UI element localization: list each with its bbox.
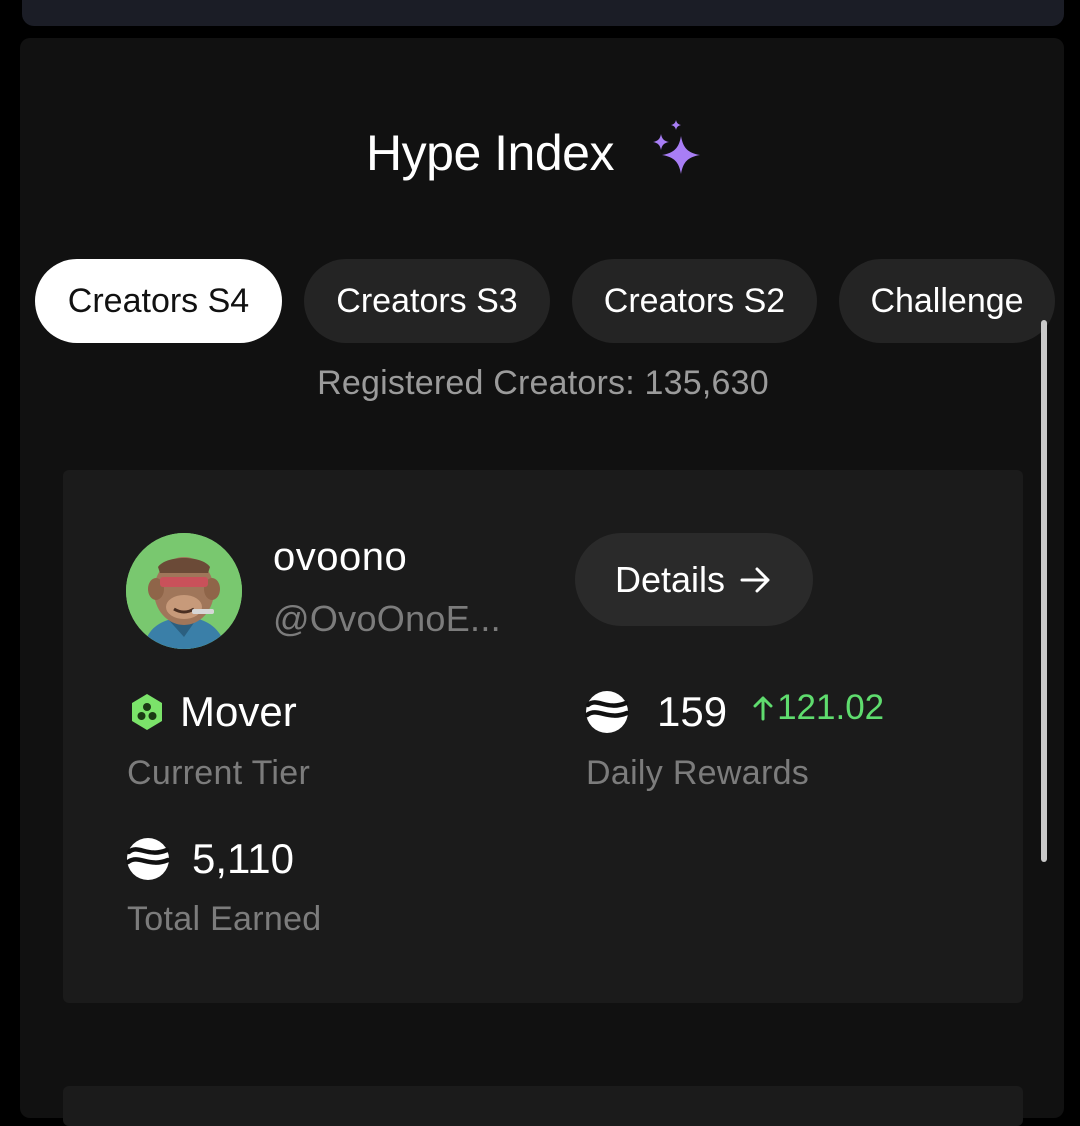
- page-header: Hype Index: [0, 120, 1080, 184]
- tab-creators-s3[interactable]: Creators S3: [304, 259, 550, 343]
- ape-avatar-image: [126, 533, 242, 649]
- sparkle-icon: [652, 120, 700, 174]
- avatar[interactable]: [126, 533, 242, 649]
- season-tabs: Creators S4 Creators S3 Creators S2 Chal…: [35, 259, 1055, 343]
- total-earned-value-row: 5,110: [126, 835, 294, 883]
- arrow-up-icon: [753, 696, 773, 721]
- tab-creators-s2[interactable]: Creators S2: [572, 259, 817, 343]
- total-earned-label: Total Earned: [127, 900, 322, 938]
- hexagon-tier-icon: [132, 694, 162, 730]
- arrow-right-icon: [740, 567, 770, 592]
- creator-name: ovoono: [273, 535, 408, 579]
- daily-rewards-label: Daily Rewards: [586, 754, 810, 792]
- creator-handle: @OvoOnoE...: [273, 598, 501, 639]
- token-icon: [585, 691, 629, 733]
- total-earned-value: 5,110: [192, 835, 294, 882]
- details-button-label: Details: [614, 558, 726, 600]
- tab-creators-s4[interactable]: Creators S4: [35, 259, 282, 343]
- current-tier-value: Mover: [180, 688, 297, 735]
- top-bar: [22, 0, 1064, 26]
- registered-creators-count: Registered Creators: 135,630: [317, 364, 769, 402]
- current-tier-value-row: Mover: [130, 688, 297, 736]
- next-card: [63, 1086, 1023, 1126]
- daily-rewards-change: 121.02: [753, 688, 884, 728]
- daily-rewards-change-value: 121.02: [777, 688, 885, 727]
- daily-rewards-value-row: 159 121.02: [585, 688, 884, 736]
- current-tier-label: Current Tier: [127, 754, 311, 792]
- details-button[interactable]: Details: [575, 533, 813, 626]
- scrollbar[interactable]: [1041, 320, 1047, 862]
- token-icon: [126, 838, 170, 880]
- daily-rewards-value: 159: [657, 688, 728, 735]
- page-title: Hype Index: [366, 125, 614, 181]
- tab-challenge[interactable]: Challenge: [839, 259, 1055, 343]
